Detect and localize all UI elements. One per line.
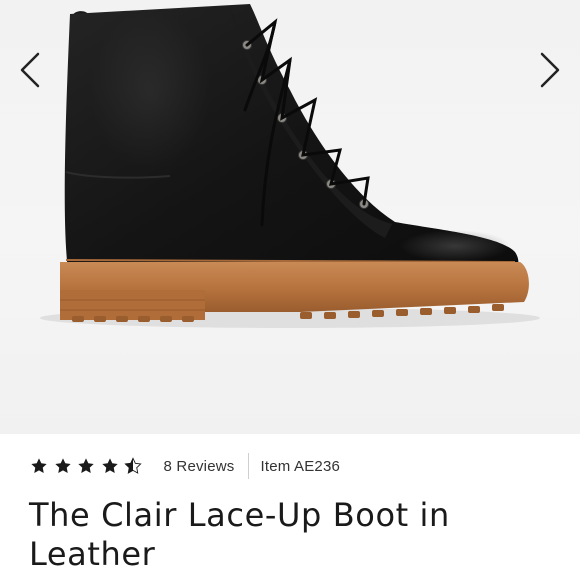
star-full-icon <box>101 458 118 473</box>
product-title: The Clair Lace-Up Boot in Leather <box>29 496 450 573</box>
star-full-icon <box>54 458 71 473</box>
star-full-icon <box>78 458 94 473</box>
product-image-gallery[interactable] <box>0 0 580 434</box>
previous-image-button[interactable] <box>12 48 48 92</box>
chevron-left-icon <box>20 52 40 88</box>
star-rating[interactable] <box>30 457 148 475</box>
product-image <box>40 4 540 328</box>
star-half-icon <box>124 457 142 474</box>
divider <box>247 453 249 479</box>
product-info: 8 Reviews Item AE236 The Clair Lace-Up B… <box>0 434 580 580</box>
next-image-button[interactable] <box>532 48 568 92</box>
reviews-link[interactable]: 8 Reviews <box>164 458 235 475</box>
star-full-icon <box>31 458 47 473</box>
chevron-right-icon <box>540 52 560 88</box>
rating-row: 8 Reviews Item AE236 <box>30 452 340 480</box>
item-number: Item AE236 <box>260 457 341 475</box>
